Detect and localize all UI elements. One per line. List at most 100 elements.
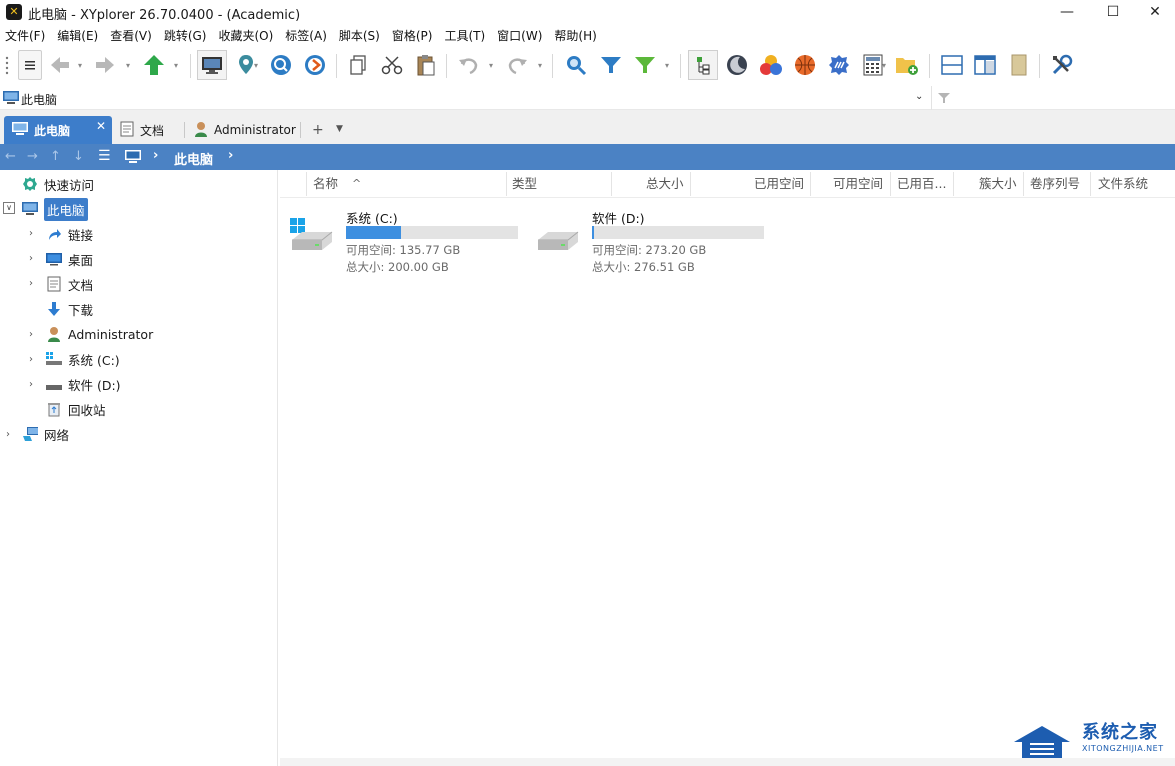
settings-tools-icon[interactable]: [1047, 50, 1077, 80]
breadcrumb-menu-icon[interactable]: ☰: [98, 148, 111, 164]
breadcrumb-chevron-icon[interactable]: ›: [228, 148, 233, 163]
tree-collapsed-icon[interactable]: ›: [29, 228, 33, 239]
undo-dropdown-icon[interactable]: ▾: [489, 62, 497, 70]
tab-close-icon[interactable]: ✕: [96, 119, 106, 133]
menu-file[interactable]: 文件(F): [0, 26, 51, 46]
column-header-name[interactable]: 名称: [313, 170, 338, 198]
tree-expanded-icon[interactable]: ∨: [3, 202, 15, 214]
tree-item-quick-access[interactable]: 快速访问: [22, 173, 94, 195]
menu-window[interactable]: 窗口(W): [491, 26, 548, 46]
menu-tags[interactable]: 标签(A): [279, 26, 333, 46]
tree-collapsed-icon[interactable]: ›: [29, 278, 33, 289]
green-filter-icon[interactable]: [630, 50, 660, 80]
address-text[interactable]: 此电脑: [21, 91, 57, 108]
column-header-free-space[interactable]: 可用空间: [833, 170, 883, 198]
tree-item-links[interactable]: 链接: [46, 223, 93, 245]
color-filter-icon[interactable]: [756, 50, 786, 80]
tree-item-this-pc[interactable]: 此电脑: [22, 197, 88, 221]
location-dropdown-icon[interactable]: ▾: [254, 62, 262, 70]
tree-item-desktop[interactable]: 桌面: [46, 248, 93, 270]
up-arrow-icon[interactable]: [139, 50, 169, 80]
breadcrumb-back-icon[interactable]: ←: [5, 149, 16, 164]
run-arrow-icon[interactable]: [300, 50, 330, 80]
column-header-type[interactable]: 类型: [512, 170, 537, 198]
column-header-used-percent[interactable]: 已用百...: [897, 170, 946, 198]
tree-view-icon[interactable]: [688, 50, 718, 80]
drive-item-d[interactable]: 软件 (D:) 可用空间: 273.20 GB 总大小: 276.51 GB: [526, 206, 766, 274]
tab-documents[interactable]: 文档: [116, 116, 164, 144]
drive-item-c[interactable]: 系统 (C:) 可用空间: 135.77 GB 总大小: 200.00 GB: [280, 206, 520, 274]
filter-icon[interactable]: [937, 92, 951, 107]
back-arrow-icon[interactable]: [45, 50, 75, 80]
badge-icon[interactable]: [824, 50, 854, 80]
breadcrumb-chevron-icon[interactable]: ›: [153, 148, 158, 163]
back-dropdown-icon[interactable]: ▾: [78, 62, 86, 70]
new-folder-icon[interactable]: [892, 50, 922, 80]
menu-help[interactable]: 帮助(H): [548, 26, 602, 46]
column-header-file-system[interactable]: 文件系统: [1098, 170, 1148, 198]
search-globe-icon[interactable]: [266, 50, 296, 80]
forward-dropdown-icon[interactable]: ▾: [126, 62, 134, 70]
filter-icon[interactable]: [596, 50, 626, 80]
computer-icon[interactable]: [125, 150, 141, 167]
tree-item-drive-c[interactable]: 系统 (C:): [46, 348, 120, 370]
toolbar-grip-icon[interactable]: [2, 50, 12, 80]
dark-mode-icon[interactable]: [722, 50, 752, 80]
menu-favorites[interactable]: 收藏夹(O): [212, 26, 279, 46]
close-button[interactable]: ✕: [1132, 0, 1175, 24]
menu-go[interactable]: 跳转(G): [158, 26, 213, 46]
column-header-serial[interactable]: 卷序列号: [1030, 170, 1080, 198]
tree-collapsed-icon[interactable]: ›: [29, 329, 33, 340]
copy-icon[interactable]: [343, 50, 373, 80]
menu-edit[interactable]: 编辑(E): [51, 26, 104, 46]
tree-item-drive-d[interactable]: 软件 (D:): [46, 373, 121, 395]
tree-item-administrator[interactable]: Administrator: [46, 323, 153, 345]
sort-ascending-icon[interactable]: ^: [352, 170, 361, 198]
toolbar-menu-button[interactable]: [18, 50, 42, 80]
paste-icon[interactable]: [411, 50, 441, 80]
column-header-total-size[interactable]: 总大小: [646, 170, 684, 198]
up-dropdown-icon[interactable]: ▾: [174, 62, 182, 70]
computer-icon[interactable]: [197, 50, 227, 80]
tree-item-recycle-bin[interactable]: 回收站: [46, 398, 106, 420]
calculator-dropdown-icon[interactable]: ▾: [882, 62, 890, 70]
undo-icon[interactable]: [454, 50, 484, 80]
new-tab-button[interactable]: +: [312, 122, 324, 138]
split-vertical-icon[interactable]: [970, 50, 1000, 80]
tree-collapsed-icon[interactable]: ›: [6, 429, 10, 440]
maximize-button[interactable]: ☐: [1090, 0, 1136, 24]
breadcrumb-forward-icon[interactable]: →: [27, 149, 38, 164]
tree-item-downloads[interactable]: 下载: [46, 298, 93, 320]
minimize-button[interactable]: —: [1044, 0, 1090, 24]
address-bar[interactable]: 此电脑 ⌄: [0, 86, 1175, 110]
tree-item-network[interactable]: 网络: [22, 423, 69, 445]
redo-dropdown-icon[interactable]: ▾: [538, 62, 546, 70]
menu-view[interactable]: 查看(V): [104, 26, 158, 46]
menu-panes[interactable]: 窗格(P): [386, 26, 439, 46]
forward-arrow-icon[interactable]: [90, 50, 120, 80]
tree-collapsed-icon[interactable]: ›: [29, 379, 33, 390]
find-files-icon[interactable]: [561, 50, 591, 80]
folder-tree: 快速访问 ∨ 此电脑 › 链接 › 桌面 › 文档 下载 › Administr…: [0, 170, 278, 766]
tree-collapsed-icon[interactable]: ›: [29, 354, 33, 365]
column-header-used-space[interactable]: 已用空间: [754, 170, 804, 198]
address-dropdown-icon[interactable]: ⌄: [915, 91, 923, 102]
split-horizontal-icon[interactable]: [937, 50, 967, 80]
cut-icon[interactable]: [377, 50, 407, 80]
menu-tools[interactable]: 工具(T): [438, 26, 491, 46]
tab-this-pc[interactable]: 此电脑 ✕: [4, 116, 112, 144]
breadcrumb-down-icon[interactable]: ↓: [73, 149, 84, 164]
tree-collapsed-icon[interactable]: ›: [29, 253, 33, 264]
breadcrumb-up-icon[interactable]: ↑: [50, 149, 61, 164]
column-header-cluster-size[interactable]: 簇大小: [979, 170, 1017, 198]
breadcrumb-item[interactable]: 此电脑: [174, 149, 213, 168]
filter-dropdown-icon[interactable]: ▾: [665, 62, 673, 70]
ball-icon[interactable]: [790, 50, 820, 80]
menu-scripting[interactable]: 脚本(S): [333, 26, 386, 46]
tree-item-documents[interactable]: 文档: [46, 273, 93, 295]
recycle-bin-icon: [46, 401, 62, 417]
tab-list-dropdown-icon[interactable]: ▼: [336, 124, 343, 134]
preview-pane-icon[interactable]: [1004, 50, 1034, 80]
redo-icon[interactable]: [502, 50, 532, 80]
tab-administrator[interactable]: Administrator: [188, 116, 296, 144]
